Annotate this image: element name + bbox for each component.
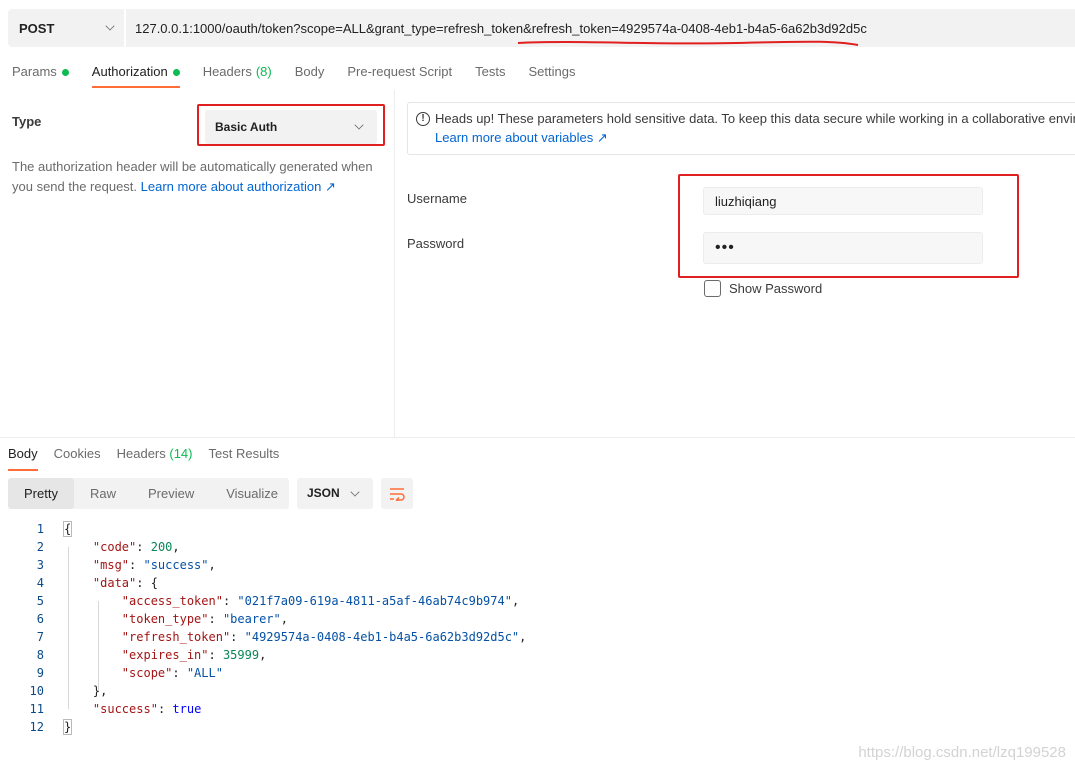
- code-text: "token_type": "bearer",: [121, 612, 288, 626]
- code-text: "access_token": "021f7a09-619a-4811-a5af…: [121, 594, 520, 608]
- line-number: 10: [29, 684, 44, 698]
- tab-label: Headers: [202, 64, 252, 79]
- tab-label: Params: [12, 64, 57, 79]
- line-number: 12: [29, 720, 44, 734]
- line-number: 3: [36, 558, 44, 572]
- wrap-lines-button[interactable]: [381, 478, 413, 509]
- code-text: "success": true: [92, 702, 202, 716]
- line-number: 4: [36, 576, 44, 590]
- line-number: 11: [29, 702, 44, 716]
- tab-label: Tests: [475, 64, 506, 79]
- status-dot: [61, 69, 69, 76]
- chevron-down-icon: [105, 21, 115, 31]
- line-number: 6: [36, 612, 44, 626]
- code-line: 5 "access_token": "021f7a09-619a-4811-a5…: [0, 592, 1075, 610]
- tab-settings[interactable]: Settings: [528, 58, 575, 88]
- tab-authorization[interactable]: Authorization: [91, 58, 180, 88]
- line-number: 1: [36, 522, 44, 536]
- code-line: 7 "refresh_token": "4929574a-0408-4eb1-b…: [0, 628, 1075, 646]
- tab-body[interactable]: Body: [295, 58, 325, 88]
- code-line: 10 },: [0, 682, 1075, 700]
- line-number: 7: [36, 630, 44, 644]
- password-label: Password: [407, 236, 465, 251]
- view-preview-button[interactable]: Preview: [132, 478, 210, 509]
- show-password-checkbox[interactable]: [704, 280, 721, 297]
- chevron-down-icon: [350, 487, 360, 497]
- tab-response-headers[interactable]: Headers (14): [117, 446, 193, 471]
- username-label: Username: [407, 191, 467, 206]
- code-line: 6 "token_type": "bearer",: [0, 610, 1075, 628]
- tab-label: Settings: [528, 64, 576, 79]
- code-line: 11 "success": true: [0, 700, 1075, 718]
- code-text: {: [62, 521, 73, 537]
- chevron-down-icon: [354, 120, 364, 130]
- tab-label: Authorization: [91, 64, 168, 79]
- code-text: }: [62, 719, 73, 735]
- response-tabs: Body Cookies Headers (14) Test Results: [0, 437, 1075, 471]
- auth-type-value: Basic Auth: [215, 120, 278, 134]
- tab-test-results[interactable]: Test Results: [209, 446, 280, 471]
- code-text: },: [64, 684, 108, 698]
- tab-count: (8): [255, 64, 272, 79]
- type-label: Type: [12, 114, 42, 129]
- status-dot: [172, 69, 180, 76]
- tab-response-body[interactable]: Body: [8, 446, 38, 471]
- tab-label: Pre-request Script: [347, 64, 453, 79]
- watermark: https://blog.csdn.net/lzq199528: [858, 744, 1066, 761]
- view-pretty-button[interactable]: Pretty: [8, 478, 74, 509]
- code-text: "scope": "ALL": [121, 666, 223, 680]
- format-value: JSON: [307, 486, 340, 500]
- line-number: 8: [36, 648, 44, 662]
- tab-label: Body: [294, 64, 325, 79]
- tab-cookies[interactable]: Cookies: [54, 446, 101, 471]
- tab-count: (14): [169, 446, 193, 461]
- tab-pre-request-script[interactable]: Pre-request Script: [347, 58, 452, 88]
- tab-params[interactable]: Params: [12, 58, 69, 88]
- view-visualize-button[interactable]: Visualize: [210, 478, 294, 509]
- sensitive-data-notice: ! Heads up! These parameters hold sensit…: [407, 102, 1075, 155]
- code-text: "data": {: [92, 576, 158, 590]
- response-body-code: 1{2 "code": 200, 3 "msg": "success", 4 "da…: [0, 520, 1075, 736]
- line-number: 9: [36, 666, 44, 680]
- show-password-label: Show Password: [729, 281, 823, 296]
- code-line: 8 "expires_in": 35999,: [0, 646, 1075, 664]
- code-text: "refresh_token": "4929574a-0408-4eb1-b4a…: [121, 630, 527, 644]
- request-tabs: Params Authorization Headers (8) Body Pre…: [0, 58, 1075, 90]
- code-line: 9 "scope": "ALL": [0, 664, 1075, 682]
- learn-more-authorization-link[interactable]: Learn more about authorization ↗: [141, 179, 336, 194]
- tab-tests[interactable]: Tests: [475, 58, 505, 88]
- line-number: 2: [36, 540, 44, 554]
- tab-label: Headers: [116, 446, 166, 461]
- code-line: 4 "data": {: [0, 574, 1075, 592]
- code-line: 1{: [0, 520, 1075, 538]
- username-field[interactable]: liuzhiqiang: [703, 187, 983, 215]
- auth-type-panel: Type Basic Auth The authorization header…: [0, 90, 395, 437]
- wrap-lines-icon: [390, 487, 405, 501]
- view-mode-toggle: Pretty Raw Preview Visualize: [8, 478, 289, 509]
- auth-type-select[interactable]: Basic Auth: [205, 110, 377, 144]
- auth-description: The authorization header will be automat…: [12, 157, 382, 197]
- code-text: "expires_in": 35999,: [121, 648, 267, 662]
- method-select[interactable]: POST: [8, 9, 124, 47]
- code-line: 3 "msg": "success",: [0, 556, 1075, 574]
- view-raw-button[interactable]: Raw: [74, 478, 132, 509]
- code-line: 12}: [0, 718, 1075, 736]
- tab-headers[interactable]: Headers (8): [203, 58, 272, 88]
- auth-credentials-panel: ! Heads up! These parameters hold sensit…: [396, 90, 1075, 437]
- notice-text: Heads up! These parameters hold sensitiv…: [435, 111, 1075, 126]
- red-underline-annotation: [517, 40, 859, 46]
- code-text: "code": 200,: [92, 540, 180, 554]
- password-field[interactable]: •••: [703, 232, 983, 264]
- code-line: 2 "code": 200,: [0, 538, 1075, 556]
- info-icon: !: [416, 112, 430, 126]
- learn-more-variables-link[interactable]: Learn more about variables ↗: [435, 130, 608, 146]
- format-select[interactable]: JSON: [297, 478, 373, 509]
- line-number: 5: [36, 594, 44, 608]
- code-text: "msg": "success",: [92, 558, 216, 572]
- method-label: POST: [19, 20, 55, 36]
